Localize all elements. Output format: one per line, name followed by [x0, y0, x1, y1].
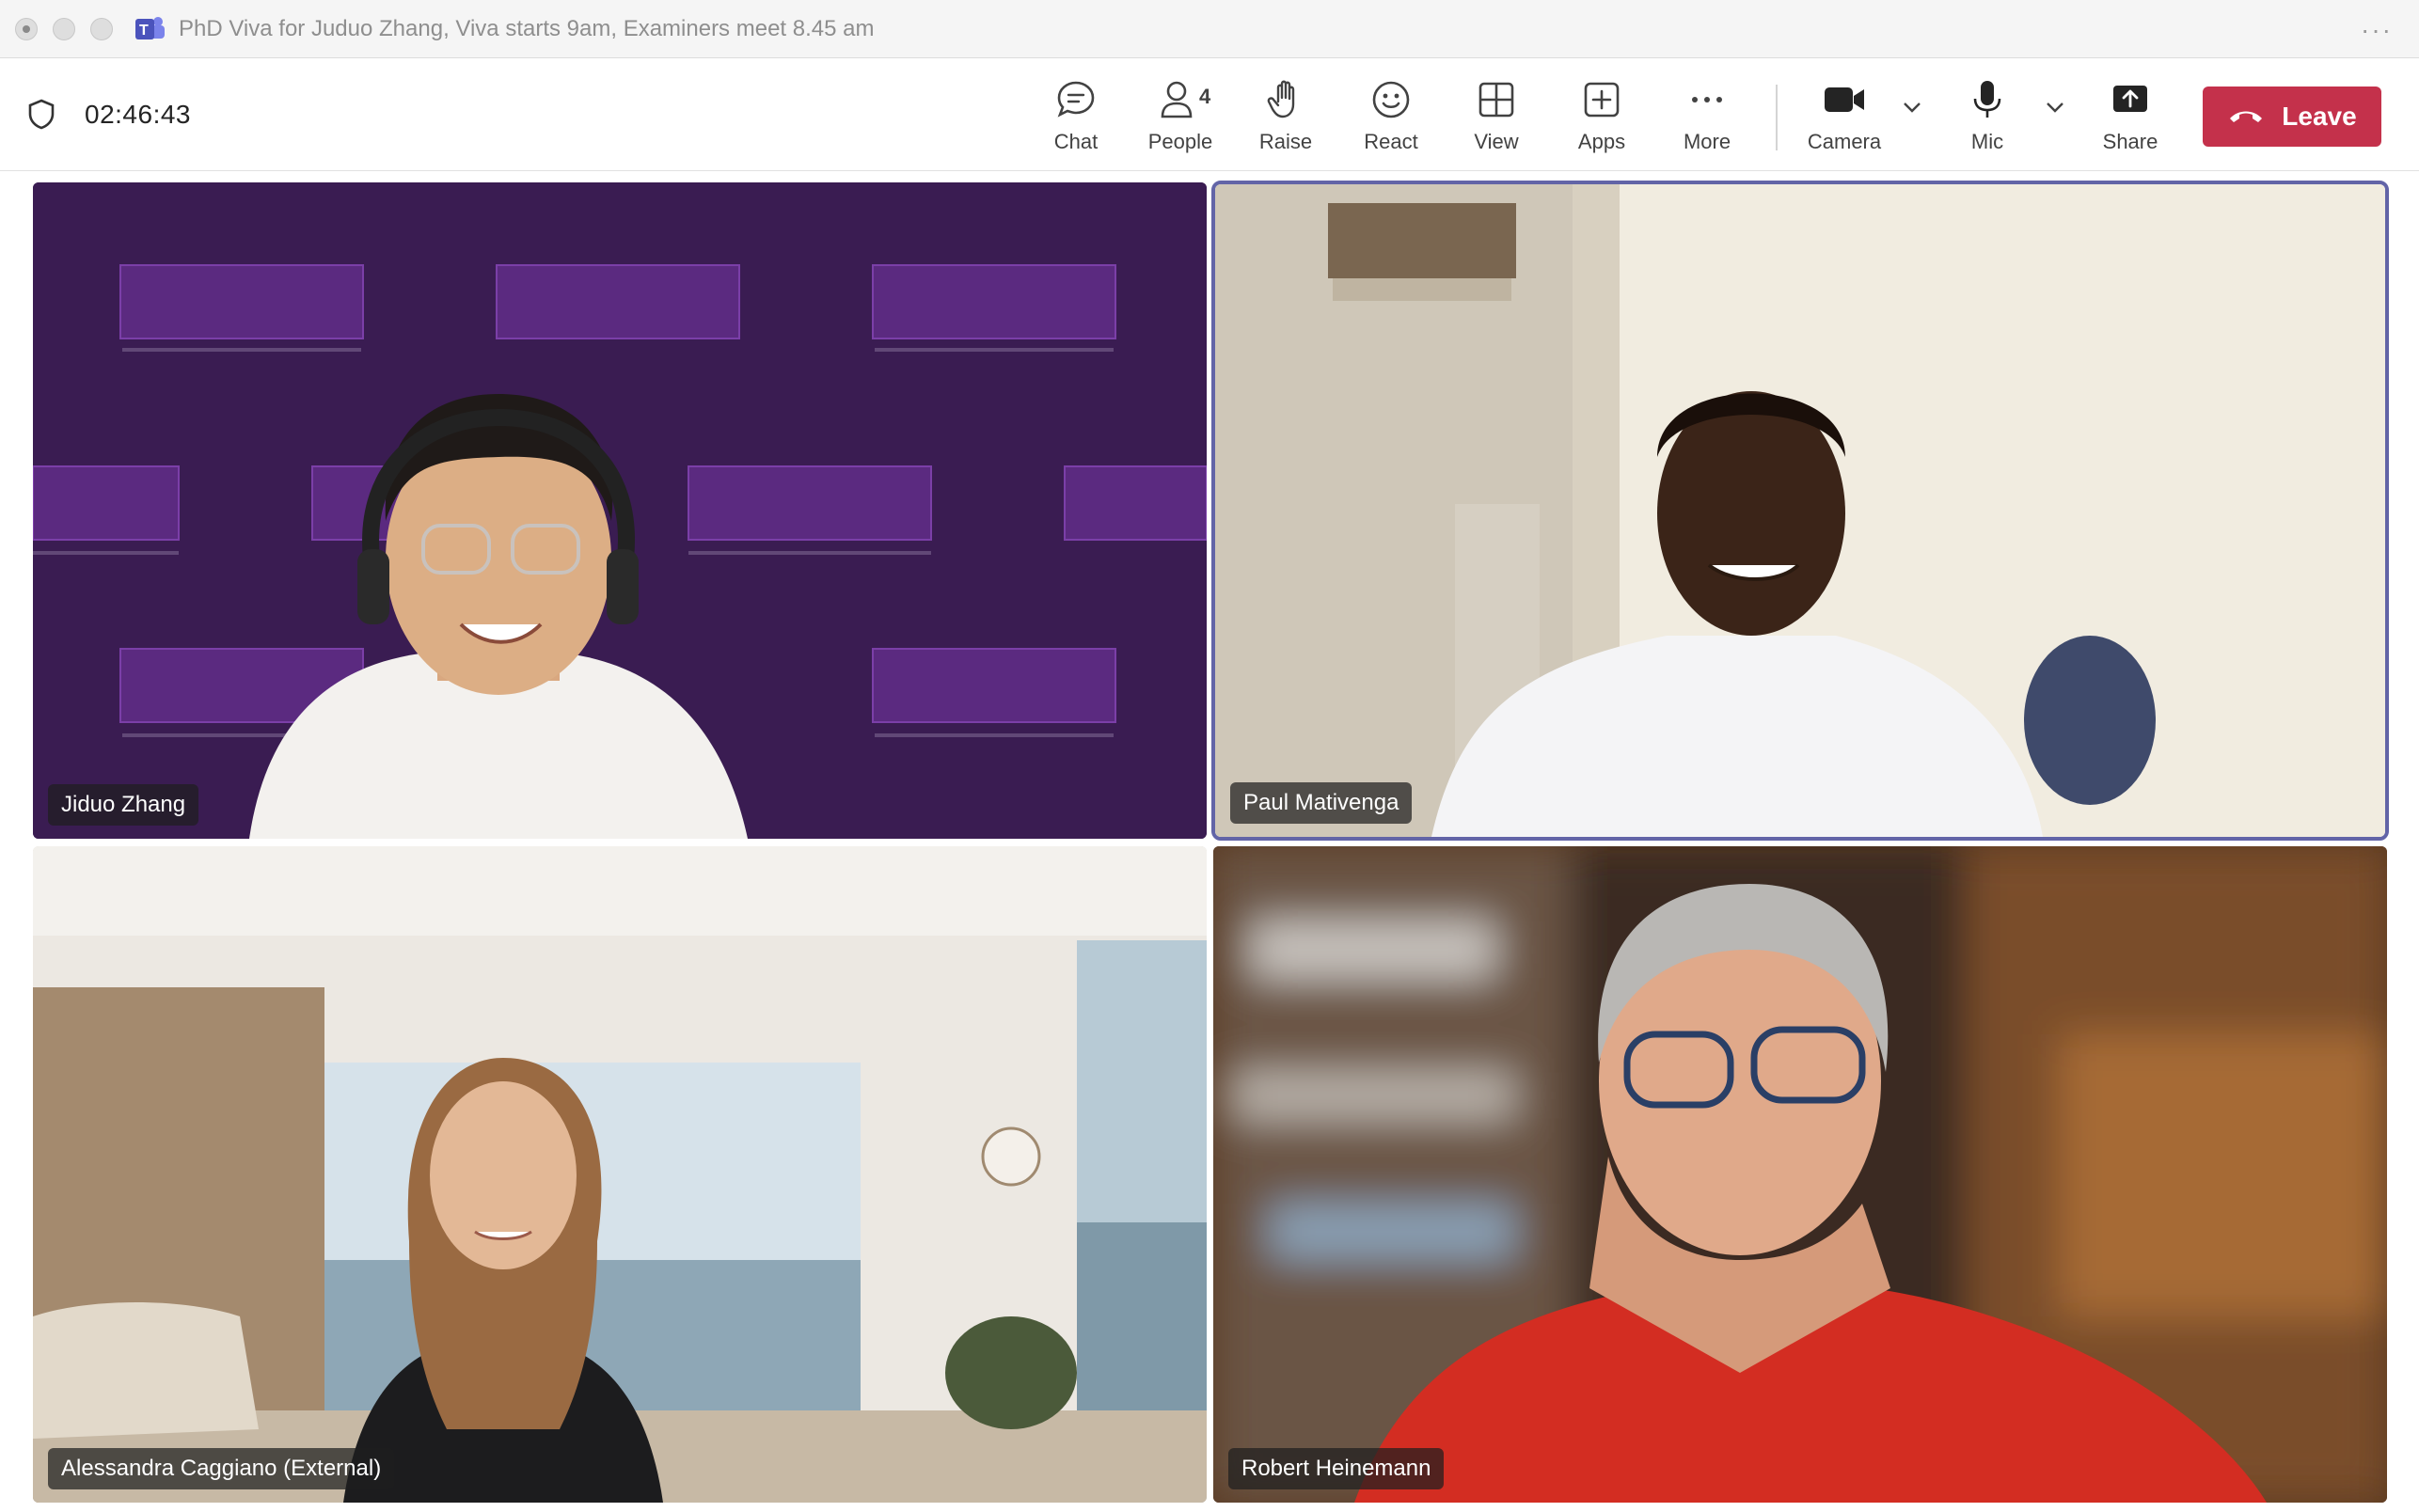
chat-icon: [1055, 77, 1097, 122]
teams-logo-icon: T: [134, 15, 166, 43]
mic-button[interactable]: Mic: [1936, 77, 2039, 162]
mic-options-chevron-icon[interactable]: [2045, 100, 2065, 119]
view-button[interactable]: View: [1445, 77, 1548, 162]
video-feed: [33, 182, 1207, 839]
raise-label: Raise: [1258, 130, 1313, 153]
grid-view-icon: [1476, 77, 1517, 122]
meeting-timer: 02:46:43: [85, 100, 191, 129]
apps-plus-icon: [1581, 77, 1622, 122]
close-window-button[interactable]: [15, 17, 38, 40]
chat-button[interactable]: Chat: [1024, 77, 1128, 162]
shield-icon[interactable]: [26, 98, 56, 134]
camera-button[interactable]: Camera: [1793, 77, 1896, 162]
window-titlebar: T PhD Viva for Juduo Zhang, Viva starts …: [0, 0, 2419, 58]
mic-label: Mic: [1970, 130, 2004, 153]
share-screen-icon: [2110, 77, 2151, 122]
raise-hand-button[interactable]: Raise: [1234, 77, 1337, 162]
video-tile-active-speaker[interactable]: Paul Mativenga: [1211, 181, 2389, 841]
more-dots-icon: [1686, 77, 1728, 122]
participant-name: Jiduo Zhang: [48, 784, 199, 826]
camera-icon: [1822, 77, 1867, 122]
video-tile[interactable]: Robert Heinemann: [1213, 846, 2387, 1503]
title-more-icon[interactable]: ···: [2361, 15, 2393, 45]
view-label: View: [1474, 130, 1519, 153]
people-button[interactable]: 4 People: [1129, 77, 1232, 162]
window-controls: [15, 17, 113, 40]
raise-hand-icon: [1265, 77, 1306, 122]
share-label: Share: [2102, 130, 2158, 153]
people-label: People: [1147, 130, 1213, 153]
video-tile[interactable]: Alessandra Caggiano (External): [33, 846, 1207, 1503]
participant-name: Alessandra Caggiano (External): [48, 1448, 395, 1489]
window-title: PhD Viva for Juduo Zhang, Viva starts 9a…: [179, 15, 875, 41]
minimize-window-button[interactable]: [53, 17, 75, 40]
react-button[interactable]: React: [1339, 77, 1443, 162]
smiley-icon: [1370, 77, 1412, 122]
video-feed: [1213, 846, 2387, 1503]
toolbar-divider: [1776, 85, 1778, 150]
leave-button[interactable]: Leave: [2203, 87, 2381, 147]
apps-label: Apps: [1577, 130, 1626, 153]
camera-label: Camera: [1807, 130, 1882, 153]
video-feed: [33, 846, 1207, 1503]
people-count: 4: [1199, 85, 1211, 108]
share-button[interactable]: Share: [2079, 77, 2182, 162]
camera-options-chevron-icon[interactable]: [1902, 100, 1922, 119]
svg-text:T: T: [139, 23, 149, 39]
zoom-window-button[interactable]: [90, 17, 113, 40]
video-feed: [1215, 184, 2385, 837]
meeting-toolbar: 02:46:43 Chat 4 People Raise React View …: [0, 58, 2419, 171]
more-label: More: [1683, 130, 1731, 153]
hang-up-icon: [2227, 102, 2265, 132]
people-icon: 4: [1160, 77, 1210, 122]
participant-name: Paul Mativenga: [1230, 782, 1413, 824]
leave-label: Leave: [2282, 102, 2357, 131]
more-button[interactable]: More: [1655, 77, 1759, 162]
mic-icon: [1967, 77, 2008, 122]
react-label: React: [1364, 130, 1418, 153]
video-tile[interactable]: Jiduo Zhang: [33, 182, 1207, 839]
chat-label: Chat: [1053, 130, 1099, 153]
participant-name: Robert Heinemann: [1228, 1448, 1445, 1489]
apps-button[interactable]: Apps: [1550, 77, 1653, 162]
